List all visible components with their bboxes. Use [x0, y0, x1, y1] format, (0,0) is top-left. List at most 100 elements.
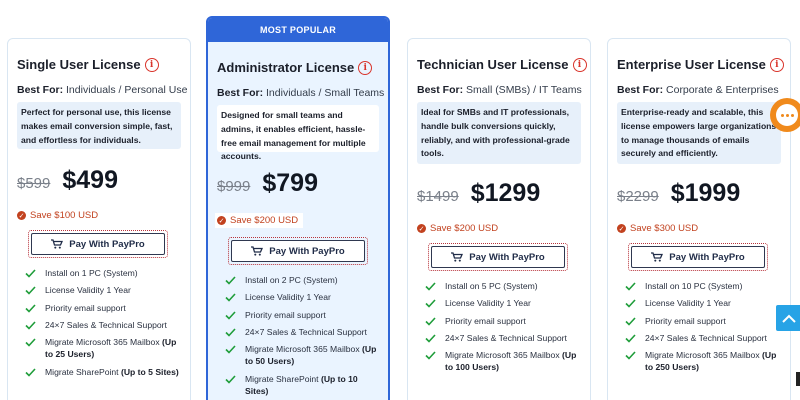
savings-badge: ✓ Save $300 USD	[617, 223, 699, 234]
price-row: $1499 $1299	[417, 179, 581, 207]
feature-list: Install on 1 PC (System) License Validit…	[17, 267, 181, 378]
pay-button-focus-ring: Pay With PayPro	[628, 243, 768, 271]
cart-icon	[251, 246, 264, 256]
checkmark-icon	[25, 269, 36, 278]
plan-title: Single User License i	[17, 57, 181, 72]
checkmark-icon	[225, 276, 236, 285]
plan-description: Enterprise-ready and scalable, this lice…	[617, 102, 781, 164]
price-row: $2299 $1999	[617, 179, 781, 207]
info-circle-icon[interactable]: i	[144, 57, 159, 72]
checkmark-icon	[25, 303, 36, 313]
best-for: Best For: Small (SMBs) / IT Teams	[417, 84, 582, 96]
plan-card-technician: Technician User License i Best For: Smal…	[407, 38, 591, 400]
checkmark-icon	[625, 351, 636, 360]
price-row: $599 $499	[17, 166, 181, 194]
savings-badge: ✓ Save $200 USD	[417, 223, 499, 234]
cart-icon	[651, 252, 664, 262]
check-badge-icon: ✓	[217, 216, 226, 225]
checkmark-icon	[625, 282, 636, 291]
list-item: 24×7 Sales & Technical Support	[617, 332, 781, 344]
checkmark-icon	[25, 368, 36, 377]
best-for: Best For: Individuals / Small Teams	[217, 87, 385, 99]
pay-button-focus-ring: Pay With PayPro	[428, 243, 568, 271]
current-price: $1999	[670, 179, 741, 207]
checkmark-icon	[625, 316, 636, 326]
list-item: Priority email support	[17, 302, 181, 314]
list-item: Migrate Microsoft 365 Mailbox (Up to 50 …	[217, 343, 379, 368]
plan-card-administrator: MOST POPULAR Administrator License i Bes…	[206, 16, 390, 400]
plan-title: Technician User License i	[417, 57, 587, 72]
list-item: 24×7 Sales & Technical Support	[217, 326, 379, 338]
list-item: 24×7 Sales & Technical Support	[417, 332, 581, 344]
plan-description: Ideal for SMBs and IT professionals, han…	[417, 102, 581, 164]
chevron-up-icon	[782, 314, 796, 323]
chat-icon	[776, 104, 798, 126]
pay-with-paypro-button[interactable]: Pay With PayPro	[31, 233, 165, 255]
info-circle-icon[interactable]: i	[769, 57, 784, 72]
old-price: $599	[17, 175, 51, 192]
list-item: Install on 1 PC (System)	[17, 267, 181, 279]
feature-list: Install on 10 PC (System) License Validi…	[617, 280, 781, 374]
savings-badge: ✓ Save $200 USD	[215, 213, 303, 228]
info-circle-icon[interactable]: i	[358, 60, 373, 75]
list-item: Priority email support	[617, 315, 781, 327]
pay-with-paypro-button[interactable]: Pay With PayPro	[431, 246, 565, 268]
checkmark-icon	[625, 334, 636, 343]
checkmark-icon	[425, 351, 436, 360]
cart-icon	[51, 239, 64, 249]
savings-badge: ✓ Save $100 USD	[17, 210, 99, 221]
checkmark-icon	[225, 293, 236, 302]
old-price: $2299	[617, 188, 659, 205]
cart-icon	[451, 252, 464, 262]
checkmark-icon	[25, 286, 36, 295]
current-price: $799	[262, 169, 318, 197]
old-price: $999	[217, 178, 251, 195]
check-badge-icon: ✓	[417, 224, 426, 233]
feature-list: Install on 5 PC (System) License Validit…	[417, 280, 581, 374]
list-item: Migrate SharePoint (Up to 5 Sites)	[17, 366, 181, 378]
plan-title: Enterprise User License i	[617, 57, 784, 72]
checkmark-icon	[425, 299, 436, 308]
list-item: License Validity 1 Year	[17, 284, 181, 296]
check-badge-icon: ✓	[617, 224, 626, 233]
pay-with-paypro-button[interactable]: Pay With PayPro	[231, 240, 365, 262]
list-item: License Validity 1 Year	[417, 297, 581, 309]
checkmark-icon	[225, 328, 236, 337]
checkmark-icon	[25, 338, 36, 347]
plan-description: Designed for small teams and admins, it …	[217, 105, 379, 161]
feature-list: Install on 2 PC (System) License Validit…	[217, 274, 379, 398]
price-row: $999 $799	[217, 169, 379, 197]
checkmark-icon	[625, 299, 636, 308]
checkmark-icon	[425, 282, 436, 291]
current-price: $1299	[470, 179, 541, 207]
checkmark-icon	[225, 345, 236, 354]
list-item: Install on 5 PC (System)	[417, 280, 581, 292]
pay-with-paypro-button[interactable]: Pay With PayPro	[631, 246, 765, 268]
plan-card-enterprise: Enterprise User License i Best For: Corp…	[607, 38, 791, 400]
best-for: Best For: Individuals / Personal Use	[17, 84, 188, 96]
checkmark-icon	[425, 316, 436, 326]
pay-button-focus-ring: Pay With PayPro	[28, 230, 168, 258]
checkmark-icon	[225, 310, 236, 320]
list-item: 24×7 Sales & Technical Support	[17, 319, 181, 331]
plan-card-single: Single User License i Best For: Individu…	[7, 38, 191, 400]
checkmark-icon	[25, 321, 36, 330]
list-item: Priority email support	[217, 309, 379, 321]
pay-button-focus-ring: Pay With PayPro	[228, 237, 368, 265]
old-price: $1499	[417, 188, 459, 205]
list-item: Priority email support	[417, 315, 581, 327]
list-item: Install on 10 PC (System)	[617, 280, 781, 292]
most-popular-banner: MOST POPULAR	[208, 18, 388, 42]
list-item: License Validity 1 Year	[617, 297, 781, 309]
current-price: $499	[62, 166, 118, 194]
check-badge-icon: ✓	[17, 211, 26, 220]
checkmark-icon	[425, 334, 436, 343]
info-circle-icon[interactable]: i	[572, 57, 587, 72]
best-for: Best For: Corporate & Enterprises	[617, 84, 779, 96]
chat-widget-button[interactable]	[770, 98, 800, 132]
list-item: License Validity 1 Year	[217, 291, 379, 303]
scroll-to-top-button[interactable]	[776, 305, 800, 331]
list-item: Migrate Microsoft 365 Mailbox (Up to 250…	[617, 349, 781, 374]
checkmark-icon	[225, 375, 236, 384]
list-item: Migrate SharePoint (Up to 10 Sites)	[217, 373, 379, 398]
